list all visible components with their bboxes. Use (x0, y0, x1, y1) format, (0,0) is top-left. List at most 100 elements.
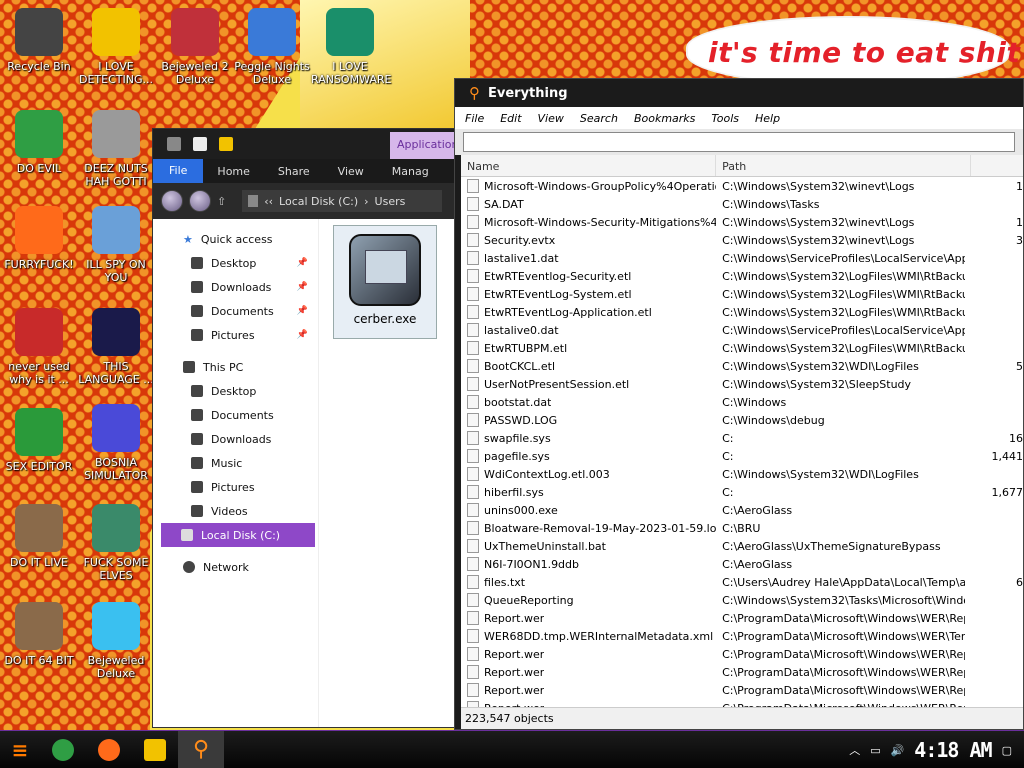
taskbar-chrome[interactable] (40, 731, 86, 768)
nav-network[interactable]: Network (153, 555, 318, 579)
forward-button[interactable] (189, 190, 211, 212)
table-row[interactable]: EtwRTEventLog-System.etl C:\Windows\Syste… (461, 285, 1023, 303)
table-row[interactable]: pagefile.sys C: 1,441 (461, 447, 1023, 465)
desktop-icon[interactable]: FUCK SOME ELVES (77, 504, 155, 582)
table-row[interactable]: N6I-7I0ON1.9ddb C:\AeroGlass (461, 555, 1023, 573)
table-row[interactable]: WdiContextLog.etl.003 C:\Windows\System32… (461, 465, 1023, 483)
table-row[interactable]: QueueReporting C:\Windows\System32\Tasks\… (461, 591, 1023, 609)
nav-pc-music[interactable]: Music (153, 451, 318, 475)
desktop-icon[interactable]: Bejeweled 2 Deluxe (156, 8, 234, 86)
desktop-icon[interactable]: never used why is it ... (0, 308, 78, 386)
nav-this-pc[interactable]: This PC (153, 355, 318, 379)
table-row[interactable]: SA.DAT C:\Windows\Tasks (461, 195, 1023, 213)
application-tools-tab[interactable]: Application (390, 132, 454, 159)
table-row[interactable]: Report.wer C:\ProgramData\Microsoft\Windo… (461, 663, 1023, 681)
start-button[interactable]: ≡ (0, 731, 40, 768)
desktop-icon[interactable]: DO IT 64 BIT (0, 602, 78, 667)
table-row[interactable]: swapfile.sys C: 16 (461, 429, 1023, 447)
table-row[interactable]: Security.evtx C:\Windows\System32\winevt\… (461, 231, 1023, 249)
tab-file[interactable]: File (153, 159, 204, 183)
file-explorer-window[interactable]: Application File Home Share View Manag ⇧… (152, 128, 455, 728)
desktop-icon[interactable]: THIS LANGUAGE ... (77, 308, 155, 386)
desktop-icon[interactable]: I LOVE DETECTING... (77, 8, 155, 86)
desktop-icon[interactable]: SEX EDITOR (0, 408, 78, 473)
table-row[interactable]: bootstat.dat C:\Windows (461, 393, 1023, 411)
desktop-icon[interactable]: Recycle Bin (0, 8, 78, 73)
everything-window[interactable]: ⚲ Everything File Edit View Search Bookm… (454, 78, 1024, 730)
table-row[interactable]: Microsoft-Windows-GroupPolicy%4Operation… (461, 177, 1023, 195)
desktop-icon[interactable]: Peggle Nights Deluxe (233, 8, 311, 86)
nav-pc-videos[interactable]: Videos (153, 499, 318, 523)
tab-view[interactable]: View (324, 165, 378, 178)
network-icon[interactable]: ▭ (870, 744, 880, 757)
results-list[interactable]: Name Path Microsoft-Windows-GroupPolicy%… (461, 155, 1023, 708)
tab-manage[interactable]: Manag (378, 165, 443, 178)
menu-edit[interactable]: Edit (500, 112, 521, 125)
nav-quick-access[interactable]: ★ Quick access (153, 227, 318, 251)
clock[interactable]: 4:18 AM (914, 738, 992, 762)
address-crumb-child[interactable]: Users (375, 195, 406, 208)
column-size[interactable] (971, 155, 1023, 176)
nav-qa-documents[interactable]: Documents 📌 (153, 299, 318, 323)
table-row[interactable]: Bloatware-Removal-19-May-2023-01-59.log C… (461, 519, 1023, 537)
tray-chevron-icon[interactable]: ︿ (849, 742, 860, 758)
nav-qa-downloads[interactable]: Downloads 📌 (153, 275, 318, 299)
table-row[interactable]: EtwRTEventLog-Application.etl C:\Windows\… (461, 303, 1023, 321)
table-row[interactable]: EtwRTUBPM.etl C:\Windows\System32\LogFile… (461, 339, 1023, 357)
menu-view[interactable]: View (538, 112, 564, 125)
table-row[interactable]: Report.wer C:\ProgramData\Microsoft\Windo… (461, 681, 1023, 699)
table-row[interactable]: UserNotPresentSession.etl C:\Windows\Syst… (461, 375, 1023, 393)
desktop-icon[interactable]: Bejeweled Deluxe (77, 602, 155, 680)
properties-icon[interactable] (193, 137, 207, 151)
table-row[interactable]: hiberfil.sys C: 1,677 (461, 483, 1023, 501)
column-path[interactable]: Path (716, 155, 972, 176)
notification-icon[interactable]: ▢ (1002, 744, 1012, 757)
nav-qa-desktop[interactable]: Desktop 📌 (153, 251, 318, 275)
up-arrow-icon[interactable]: ⇧ (217, 195, 226, 208)
table-row[interactable]: Microsoft-Windows-Security-Mitigations%4… (461, 213, 1023, 231)
new-folder-icon[interactable] (219, 137, 233, 151)
nav-pc-downloads[interactable]: Downloads (153, 427, 318, 451)
desktop-icon[interactable]: ILL SPY ON YOU (77, 206, 155, 284)
back-button[interactable] (161, 190, 183, 212)
file-list-area[interactable]: cerber.exe (319, 219, 454, 727)
desktop-icon[interactable]: DO EVIL (0, 110, 78, 175)
desktop-icon[interactable]: DO IT LIVE (0, 504, 78, 569)
nav-pc-documents[interactable]: Documents (153, 403, 318, 427)
taskbar-explorer[interactable] (132, 731, 178, 768)
table-row[interactable]: BootCKCL.etl C:\Windows\System32\WDI\LogF… (461, 357, 1023, 375)
nav-pc-desktop[interactable]: Desktop (153, 379, 318, 403)
menu-file[interactable]: File (465, 112, 484, 125)
tab-share[interactable]: Share (264, 165, 324, 178)
table-row[interactable]: Report.wer C:\ProgramData\Microsoft\Windo… (461, 645, 1023, 663)
everything-titlebar[interactable]: ⚲ Everything (455, 79, 1023, 107)
taskbar-everything[interactable]: ⚲ (178, 730, 224, 768)
menu-search[interactable]: Search (580, 112, 618, 125)
table-row[interactable]: Report.wer C:\ProgramData\Microsoft\Windo… (461, 609, 1023, 627)
desktop-icon[interactable]: FURRYFUCK! (0, 206, 78, 271)
nav-pc-pictures[interactable]: Pictures (153, 475, 318, 499)
column-name[interactable]: Name (461, 155, 717, 176)
table-row[interactable]: lastalive1.dat C:\Windows\ServiceProfiles… (461, 249, 1023, 267)
file-item-cerber[interactable]: cerber.exe (333, 225, 437, 339)
volume-icon[interactable]: 🔊 (891, 744, 905, 757)
search-input[interactable] (463, 132, 1015, 152)
table-row[interactable]: UxThemeUninstall.bat C:\AeroGlass\UxTheme… (461, 537, 1023, 555)
desktop-icon[interactable]: DEEZ NUTS HAH GOTTI (77, 110, 155, 188)
desktop-icon[interactable]: BOSNIA SIMULATOR (77, 404, 155, 482)
table-row[interactable]: EtwRTEventlog-Security.etl C:\Windows\Sys… (461, 267, 1023, 285)
nav-qa-pictures[interactable]: Pictures 📌 (153, 323, 318, 347)
table-row[interactable]: unins000.exe C:\AeroGlass (461, 501, 1023, 519)
tab-home[interactable]: Home (203, 165, 263, 178)
table-row[interactable]: PASSWD.LOG C:\Windows\debug (461, 411, 1023, 429)
table-row[interactable]: files.txt C:\Users\Audrey Hale\AppData\Lo… (461, 573, 1023, 591)
taskbar-firefox[interactable] (86, 731, 132, 768)
menu-tools[interactable]: Tools (711, 112, 739, 125)
desktop-icon[interactable]: I LOVE RANSOMWARE (311, 8, 391, 86)
nav-local-disk[interactable]: Local Disk (C:) (161, 523, 315, 547)
table-row[interactable]: WER68DD.tmp.WERInternalMetadata.xml C:\Pr… (461, 627, 1023, 645)
menu-help[interactable]: Help (755, 112, 780, 125)
table-row[interactable]: lastalive0.dat C:\Windows\ServiceProfiles… (461, 321, 1023, 339)
address-bar[interactable]: ‹‹ Local Disk (C:) › Users (242, 190, 443, 212)
address-crumb-root[interactable]: Local Disk (C:) (279, 195, 358, 208)
